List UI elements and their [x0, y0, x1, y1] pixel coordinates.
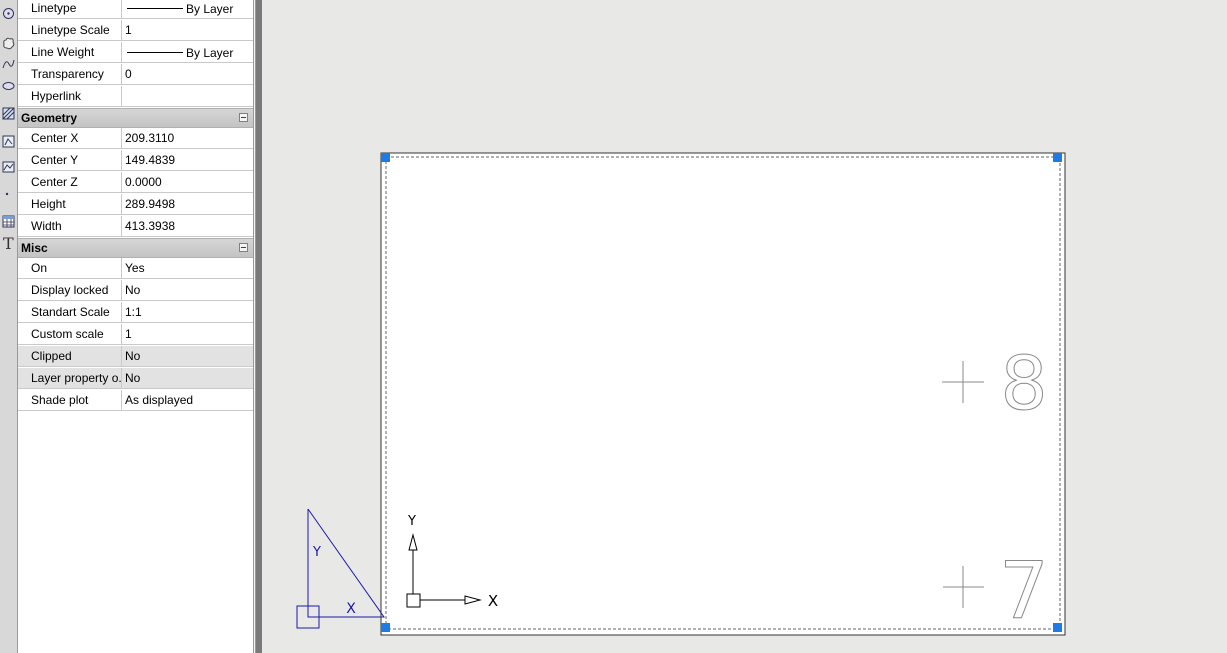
- property-name: Transparency: [18, 64, 122, 85]
- draw-toolbar: T: [0, 0, 18, 653]
- property-row-custom-scale[interactable]: Custom scale 1: [18, 324, 253, 345]
- property-value[interactable]: 413.3938: [125, 216, 251, 237]
- property-value[interactable]: By Layer: [125, 42, 251, 63]
- property-row-shade-plot[interactable]: Shade plot As displayed: [18, 390, 253, 411]
- property-name: Layer property o...: [18, 368, 122, 389]
- property-row-center-x[interactable]: Center X 209.3110: [18, 128, 253, 149]
- property-row-on[interactable]: On Yes: [18, 258, 253, 279]
- ellipse-icon[interactable]: [1, 76, 16, 94]
- property-name: Standart Scale: [18, 302, 122, 323]
- property-value[interactable]: [125, 86, 251, 107]
- revcloud-icon[interactable]: [1, 34, 16, 52]
- lineweight-sample: [127, 52, 183, 53]
- grip-bottom-left[interactable]: [381, 623, 390, 632]
- paper-ucs-x-label: X: [346, 601, 356, 617]
- property-row-linetype-scale[interactable]: Linetype Scale 1: [18, 20, 253, 41]
- property-value[interactable]: 1:1: [125, 302, 251, 323]
- point-icon[interactable]: [1, 184, 16, 202]
- paper-space-ucs-icon: [296, 508, 385, 629]
- property-name: On: [18, 258, 122, 279]
- gradient-icon[interactable]: [1, 132, 16, 150]
- property-name: Clipped: [18, 346, 122, 367]
- property-row-hyperlink[interactable]: Hyperlink: [18, 86, 253, 107]
- property-value[interactable]: No: [125, 280, 251, 301]
- property-value-text: By Layer: [186, 45, 234, 60]
- property-name: Display locked: [18, 280, 122, 301]
- spline-icon[interactable]: [1, 54, 16, 72]
- region-icon[interactable]: [1, 157, 16, 175]
- property-name: Hyperlink: [18, 86, 122, 107]
- property-value[interactable]: 289.9498: [125, 194, 251, 215]
- table-icon[interactable]: [1, 212, 16, 230]
- property-value[interactable]: 0.0000: [125, 172, 251, 193]
- property-name: Linetype Scale: [18, 20, 122, 41]
- paper-ucs-y-label: Y: [312, 545, 321, 560]
- property-row-height[interactable]: Height 289.9498: [18, 194, 253, 215]
- properties-palette: Linetype By Layer Linetype Scale 1 Line …: [18, 0, 253, 653]
- property-row-width[interactable]: Width 413.3938: [18, 216, 253, 237]
- property-name: Width: [18, 216, 122, 237]
- collapse-icon[interactable]: [239, 113, 248, 122]
- property-name: Height: [18, 194, 122, 215]
- ucs-x-label: X: [488, 592, 498, 610]
- property-value[interactable]: 149.4839: [125, 150, 251, 171]
- category-geometry[interactable]: Geometry: [18, 108, 253, 128]
- grip-bottom-right[interactable]: [1053, 623, 1062, 632]
- svg-text:T: T: [3, 235, 14, 251]
- property-value: No: [125, 371, 141, 385]
- grid-label-8: 8: [1000, 341, 1047, 427]
- property-row-line-weight[interactable]: Line Weight By Layer: [18, 42, 253, 63]
- property-value[interactable]: By Layer: [125, 0, 251, 19]
- property-name: Center X: [18, 128, 122, 149]
- property-name: Center Z: [18, 172, 122, 193]
- category-title: Misc: [21, 241, 48, 255]
- property-row-standart-scale[interactable]: Standart Scale 1:1: [18, 302, 253, 323]
- property-name: Line Weight: [18, 42, 122, 63]
- viewport-frame[interactable]: [380, 152, 1066, 636]
- property-name: Linetype: [18, 0, 122, 19]
- grip-top-left[interactable]: [381, 153, 390, 162]
- text-icon[interactable]: T: [1, 234, 16, 252]
- ucs-y-label: Y: [407, 514, 416, 529]
- grip-top-right[interactable]: [1053, 153, 1062, 162]
- property-value-text: By Layer: [186, 1, 234, 16]
- property-value[interactable]: 209.3110: [125, 128, 251, 149]
- drawing-area[interactable]: 8 7 Y X Y X: [262, 0, 1227, 653]
- property-value[interactable]: Yes: [125, 258, 251, 279]
- property-value[interactable]: 1: [125, 324, 251, 345]
- property-row-clipped: Clipped No: [18, 346, 253, 367]
- property-name: Custom scale: [18, 324, 122, 345]
- property-value[interactable]: 0: [125, 64, 251, 85]
- property-name: Shade plot: [18, 390, 122, 411]
- property-row-transparency[interactable]: Transparency 0: [18, 64, 253, 85]
- layout-canvas[interactable]: 8 7 Y X Y X: [262, 0, 1227, 653]
- category-misc[interactable]: Misc: [18, 238, 253, 258]
- linetype-sample: [127, 8, 183, 9]
- property-row-center-z[interactable]: Center Z 0.0000: [18, 172, 253, 193]
- property-value[interactable]: As displayed: [125, 390, 251, 411]
- property-value: No: [125, 349, 141, 363]
- circle-icon[interactable]: [1, 4, 16, 22]
- collapse-icon[interactable]: [239, 243, 248, 252]
- grid-label-7: 7: [999, 547, 1049, 637]
- property-row-center-y[interactable]: Center Y 149.4839: [18, 150, 253, 171]
- category-title: Geometry: [21, 111, 78, 125]
- property-row-layer-property-override: Layer property o... No: [18, 368, 253, 389]
- property-name: Center Y: [18, 150, 122, 171]
- property-row-linetype[interactable]: Linetype By Layer: [18, 0, 253, 19]
- property-value[interactable]: 1: [125, 20, 251, 41]
- hatch-icon[interactable]: [1, 104, 16, 122]
- property-row-display-locked[interactable]: Display locked No: [18, 280, 253, 301]
